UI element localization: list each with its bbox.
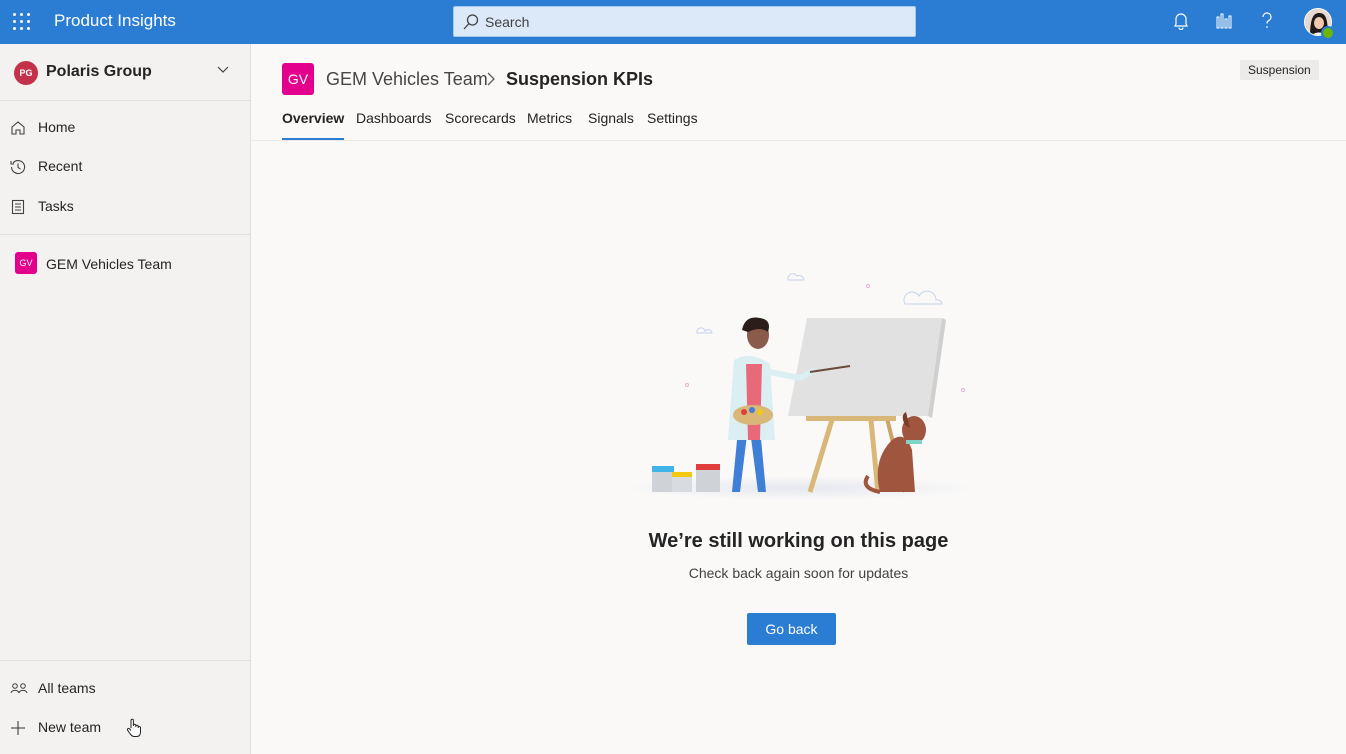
presence-status-icon <box>1321 26 1335 40</box>
org-badge: PG <box>14 61 38 85</box>
empty-state-subtitle: Check back again soon for updates <box>688 565 909 581</box>
sidebar-item-label: Recent <box>38 158 83 174</box>
sidebar-item-tasks[interactable]: Tasks <box>0 189 250 225</box>
help-icon[interactable] <box>1261 12 1273 30</box>
history-icon <box>10 159 26 175</box>
painter-illustration <box>620 273 980 500</box>
go-back-button[interactable]: Go back <box>747 613 836 645</box>
page-header: GV GEM Vehicles Team Suspension KPIs Sus… <box>251 44 1346 141</box>
hand-cursor-icon <box>126 718 141 737</box>
sidebar-item-recent[interactable]: Recent <box>0 149 250 185</box>
top-bar: Product Insights Search <box>0 0 1346 44</box>
sidebar-item-all-teams[interactable]: All teams <box>0 671 250 707</box>
divider <box>0 660 250 661</box>
home-icon <box>11 121 25 135</box>
team-name: GEM Vehicles Team <box>46 256 172 272</box>
org-switcher[interactable]: PG Polaris Group <box>0 44 250 101</box>
new-team-button[interactable]: New team <box>0 710 250 746</box>
search-placeholder: Search <box>485 14 530 30</box>
sidebar-item-label: Tasks <box>38 198 74 214</box>
sidebar-item-label: All teams <box>38 680 96 696</box>
team-badge: GV <box>15 252 37 274</box>
tab-dashboards[interactable]: Dashboards <box>356 110 432 126</box>
tab-settings[interactable]: Settings <box>647 110 698 126</box>
people-icon <box>10 683 28 694</box>
breadcrumb-team[interactable]: GEM Vehicles Team <box>326 69 488 90</box>
chevron-right-icon <box>487 72 495 86</box>
search-icon <box>463 14 479 30</box>
chevron-down-icon[interactable] <box>217 66 229 74</box>
app-title[interactable]: Product Insights <box>54 11 176 31</box>
plus-icon <box>11 721 25 735</box>
tasks-icon <box>11 199 25 215</box>
tab-overview[interactable]: Overview <box>282 110 345 140</box>
page-title: Suspension KPIs <box>506 69 654 89</box>
sidebar-item-label: New team <box>38 719 102 735</box>
sidebar: PG Polaris Group Home Recent Tasks GV GE… <box>0 44 251 754</box>
team-avatar: GV <box>282 63 314 95</box>
analytics-icon[interactable] <box>1216 12 1232 30</box>
bell-icon[interactable] <box>1173 12 1189 30</box>
sidebar-item-home[interactable]: Home <box>0 110 250 146</box>
tab-scorecards[interactable]: Scorecards <box>445 110 516 126</box>
tab-metrics[interactable]: Metrics <box>527 110 572 126</box>
search-input[interactable]: Search <box>453 6 916 37</box>
divider <box>0 234 250 235</box>
org-name: Polaris Group <box>46 63 152 80</box>
tab-signals[interactable]: Signals <box>588 110 634 126</box>
tag-badge[interactable]: Suspension <box>1240 60 1319 80</box>
empty-state-title: We’re still working on this page <box>648 530 949 552</box>
app-launcher-icon[interactable] <box>13 13 31 31</box>
sidebar-item-label: Home <box>38 119 76 135</box>
